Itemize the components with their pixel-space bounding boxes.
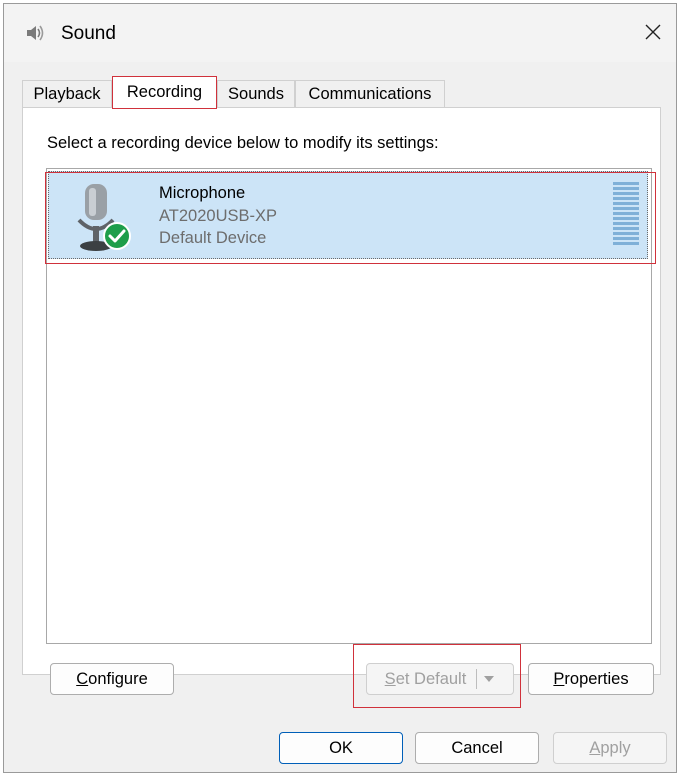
apply-button[interactable]: Apply xyxy=(553,732,667,764)
ok-button[interactable]: OK xyxy=(279,732,403,764)
title-bar[interactable]: Sound xyxy=(4,4,676,62)
properties-button[interactable]: Properties xyxy=(528,663,654,695)
recording-panel: Select a recording device below to modif… xyxy=(22,107,661,695)
tab-sounds[interactable]: Sounds xyxy=(217,80,295,108)
set-default-highlight xyxy=(353,644,521,708)
tab-recording[interactable]: Recording xyxy=(112,76,217,109)
speaker-icon xyxy=(27,25,44,41)
microphone-icon xyxy=(77,184,131,251)
tab-communications[interactable]: Communications xyxy=(295,80,445,108)
configure-button[interactable]: Configure xyxy=(50,663,174,695)
device-list[interactable]: Microphone AT2020USB-XP Default Device xyxy=(46,168,652,644)
instruction-text: Select a recording device below to modif… xyxy=(47,134,439,152)
device-row-microphone[interactable]: Microphone AT2020USB-XP Default Device xyxy=(48,171,648,259)
tab-playback[interactable]: Playback xyxy=(22,80,112,108)
window-title: Sound xyxy=(61,23,116,44)
close-icon xyxy=(645,24,661,40)
device-status: Default Device xyxy=(159,229,267,247)
device-model: AT2020USB-XP xyxy=(159,207,277,225)
checkmark-icon xyxy=(103,222,131,250)
sound-dialog: Sound Playback Recording Sounds Communic… xyxy=(3,3,677,773)
close-button[interactable] xyxy=(630,10,676,54)
device-name: Microphone xyxy=(159,184,246,202)
level-meter xyxy=(613,182,639,250)
cancel-button[interactable]: Cancel xyxy=(415,732,539,764)
